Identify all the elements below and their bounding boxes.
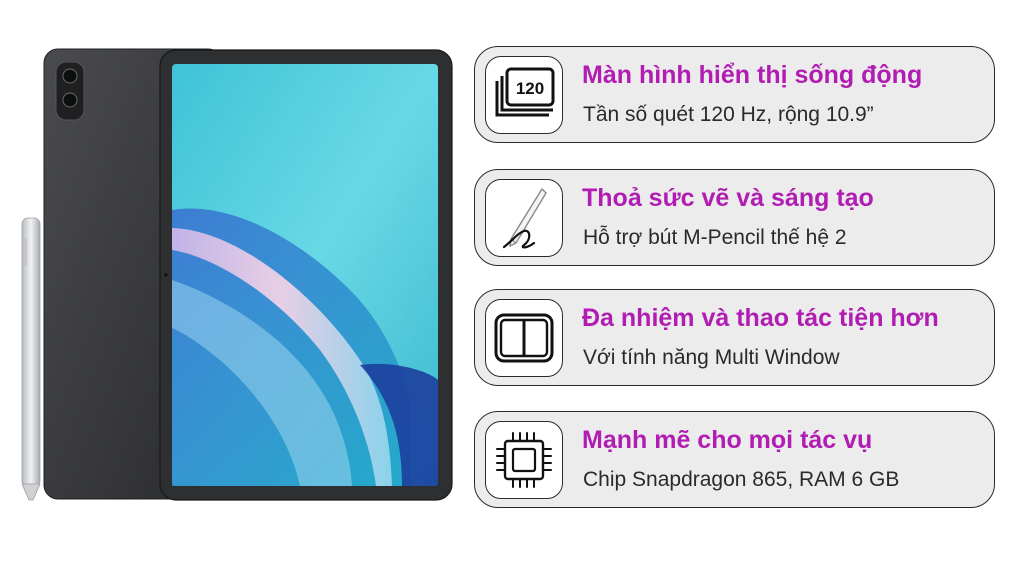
feature-card-performance: Mạnh mẽ cho mọi tác vụ Chip Snapdragon 8…: [474, 411, 995, 508]
tablet-front: [159, 49, 453, 501]
feature-subtitle: Chip Snapdragon 865, RAM 6 GB: [583, 468, 900, 491]
split-window-icon: [485, 299, 563, 377]
processor-chip-icon: [485, 421, 563, 499]
feature-title: Thoả sức vẽ và sáng tạo: [582, 184, 874, 212]
product-illustration: [0, 0, 470, 570]
refresh-rate-label: 120: [516, 79, 544, 98]
stylus-pen-icon: [485, 179, 563, 257]
feature-title: Màn hình hiển thị sống động: [582, 61, 923, 89]
feature-card-multitask: Đa nhiệm và thao tác tiện hơn Với tính n…: [474, 289, 995, 386]
feature-list: 120 Màn hình hiển thị sống động Tần số q…: [474, 0, 1020, 570]
feature-card-stylus: Thoả sức vẽ và sáng tạo Hỗ trợ bút M-Pen…: [474, 169, 995, 266]
tablet-illustration: [21, 48, 453, 501]
feature-title: Mạnh mẽ cho mọi tác vụ: [582, 426, 873, 454]
refresh-rate-120-icon: 120: [485, 56, 563, 134]
m-pencil-stylus: [21, 217, 41, 501]
feature-subtitle: Tần số quét 120 Hz, rộng 10.9”: [583, 103, 874, 126]
feature-title: Đa nhiệm và thao tác tiện hơn: [582, 304, 939, 332]
feature-subtitle: Với tính năng Multi Window: [583, 346, 840, 369]
feature-card-display: 120 Màn hình hiển thị sống động Tần số q…: [474, 46, 995, 143]
feature-subtitle: Hỗ trợ bút M-Pencil thế hệ 2: [583, 226, 847, 249]
